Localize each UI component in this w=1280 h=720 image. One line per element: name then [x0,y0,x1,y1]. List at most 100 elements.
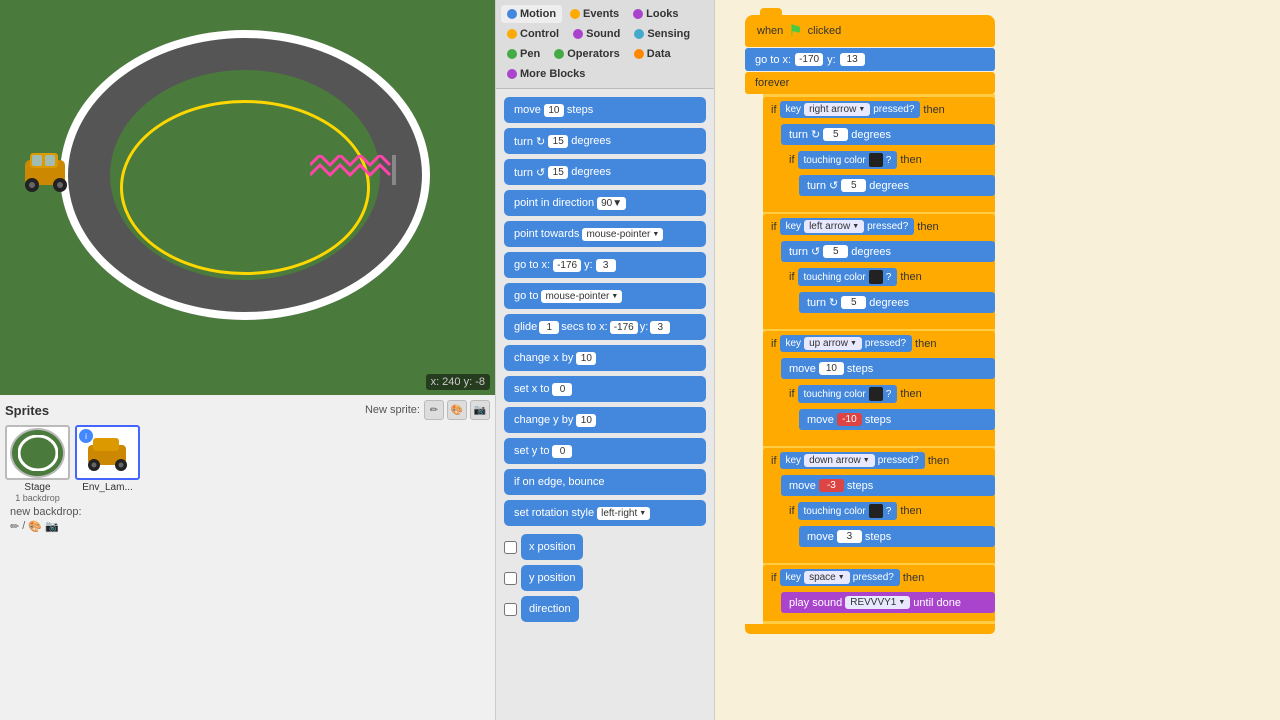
color-swatch-2[interactable] [869,270,883,284]
sound-name-dropdown[interactable]: REVVVY1 [845,596,910,609]
block-turn-ccw[interactable]: turn ↺ 15 degrees [504,159,706,185]
go-to-x-input[interactable]: -176 [553,259,581,272]
color-swatch-4[interactable] [869,504,883,518]
turn-cw-input[interactable]: 15 [548,135,568,148]
turn-cw-5-block[interactable]: turn ↻ 5 degrees [781,124,995,145]
category-sound[interactable]: Sound [567,25,626,43]
move-neg10-input[interactable]: -10 [837,413,862,426]
turn-cw-5-block-2[interactable]: turn ↻ 5 degrees [799,292,995,313]
key-sensing-block-3[interactable]: key up arrow pressed? [780,335,913,352]
move-10-block[interactable]: move 10 steps [781,358,995,379]
block-set-y[interactable]: set y to 0 [504,438,706,464]
if-touching-header-4[interactable]: if touching color ? then [781,498,995,524]
block-change-y[interactable]: change y by 10 [504,407,706,433]
if-touching-header-2[interactable]: if touching color ? then [781,264,995,290]
point-dir-input[interactable]: 90▼ [597,197,626,210]
block-set-x[interactable]: set x to 0 [504,376,706,402]
key-sensing-block-2[interactable]: key left arrow pressed? [780,218,915,235]
if-left-header[interactable]: if key left arrow pressed? then [763,214,995,239]
block-change-x[interactable]: change x by 10 [504,345,706,371]
scripts-area[interactable]: when ⚑ clicked go to x: -170 y: 13 [715,0,1280,720]
category-data[interactable]: Data [628,45,677,63]
move-steps-input[interactable]: 10 [544,104,564,117]
upload-backdrop-btn[interactable]: 🎨 [28,520,42,533]
block-x-position[interactable]: x position [521,534,583,560]
x-position-checkbox[interactable] [504,541,517,554]
category-more-blocks[interactable]: More Blocks [501,65,591,83]
turn-ccw-input[interactable]: 15 [548,166,568,179]
turn-ccw-5-block-2[interactable]: turn ↺ 5 degrees [781,241,995,262]
touching-color-block-4[interactable]: touching color ? [798,502,898,520]
glide-y-input[interactable]: 3 [650,321,670,334]
turn-ccw-5-input-2[interactable]: 5 [823,245,848,258]
category-looks[interactable]: Looks [627,5,684,23]
goto-x-val[interactable]: -170 [795,53,823,66]
go-to-dropdown[interactable]: mouse-pointer [541,290,622,303]
move-3-input[interactable]: 3 [837,530,862,543]
block-go-to-xy[interactable]: go to x: -176 y: 3 [504,252,706,278]
block-turn-cw[interactable]: turn ↻ 15 degrees [504,128,706,154]
block-set-rotation[interactable]: set rotation style left-right [504,500,706,526]
turn-ccw-5-input[interactable]: 5 [841,179,866,192]
up-arrow-dropdown[interactable]: up arrow [804,337,862,350]
move-3-block[interactable]: move 3 steps [799,526,995,547]
if-right-header[interactable]: if key right arrow pressed? then [763,97,995,122]
turn-ccw-5-block[interactable]: turn ↺ 5 degrees [799,175,995,196]
camera-backdrop-btn[interactable]: 📷 [45,520,59,533]
touching-color-block-3[interactable]: touching color ? [798,385,898,403]
if-touching-header-3[interactable]: if touching color ? then [781,381,995,407]
block-point-towards[interactable]: point towards mouse-pointer [504,221,706,247]
turn-cw-5-input-2[interactable]: 5 [841,296,866,309]
touching-color-block-1[interactable]: touching color ? [798,151,898,169]
category-control[interactable]: Control [501,25,565,43]
space-dropdown[interactable]: space [804,571,850,584]
category-pen[interactable]: Pen [501,45,546,63]
paint-backdrop-btn[interactable]: ✏ [10,520,19,533]
category-operators[interactable]: Operators [548,45,626,63]
sprite-item-stage[interactable]: Stage 1 backdrop [5,425,70,503]
forever-header-block[interactable]: forever [745,72,995,94]
color-swatch-1[interactable] [869,153,883,167]
key-sensing-block-5[interactable]: key space pressed? [780,569,900,586]
down-arrow-dropdown[interactable]: down arrow [804,454,875,467]
direction-checkbox[interactable] [504,603,517,616]
category-motion[interactable]: Motion [501,5,562,23]
set-y-input[interactable]: 0 [552,445,572,458]
if-touching-header-1[interactable]: if touching color ? then [781,147,995,173]
block-point-direction[interactable]: point in direction 90▼ [504,190,706,216]
left-arrow-dropdown[interactable]: left arrow [804,220,864,233]
sprite-info-btn[interactable]: i [79,429,93,443]
paint-sprite-btn[interactable]: ✏ [424,400,444,420]
turn-cw-5-input[interactable]: 5 [823,128,848,141]
fill-backdrop-btn[interactable]: / [22,520,25,533]
change-y-input[interactable]: 10 [576,414,596,427]
if-down-header[interactable]: if key down arrow pressed? then [763,448,995,473]
move-neg10-block[interactable]: move -10 steps [799,409,995,430]
change-x-input[interactable]: 10 [576,352,596,365]
camera-sprite-btn[interactable]: 📷 [470,400,490,420]
play-sound-block[interactable]: play sound REVVVY1 until done [781,592,995,613]
move-neg3-block[interactable]: move -3 steps [781,475,995,496]
if-up-header[interactable]: if key up arrow pressed? then [763,331,995,356]
move-neg3-input[interactable]: -3 [819,479,844,492]
block-y-position[interactable]: y position [521,565,583,591]
goto-y-val[interactable]: 13 [840,53,865,66]
category-events[interactable]: Events [564,5,625,23]
go-to-y-input[interactable]: 3 [596,259,616,272]
rotation-style-dropdown[interactable]: left-right [597,507,650,520]
point-towards-dropdown[interactable]: mouse-pointer [582,228,663,241]
block-go-to-xy-script[interactable]: go to x: -170 y: 13 [745,48,995,71]
block-move-steps[interactable]: move 10 steps [504,97,706,123]
if-space-header[interactable]: if key space pressed? then [763,565,995,590]
right-arrow-dropdown[interactable]: right arrow [804,103,870,116]
block-if-on-edge[interactable]: if on edge, bounce [504,469,706,495]
set-x-input[interactable]: 0 [552,383,572,396]
block-direction[interactable]: direction [521,596,579,622]
glide-secs-input[interactable]: 1 [539,321,559,334]
key-sensing-block-4[interactable]: key down arrow pressed? [780,452,925,469]
block-go-to[interactable]: go to mouse-pointer [504,283,706,309]
move-10-input[interactable]: 10 [819,362,844,375]
upload-sprite-btn[interactable]: 🎨 [447,400,467,420]
key-sensing-block-1[interactable]: key right arrow pressed? [780,101,921,118]
touching-color-block-2[interactable]: touching color ? [798,268,898,286]
